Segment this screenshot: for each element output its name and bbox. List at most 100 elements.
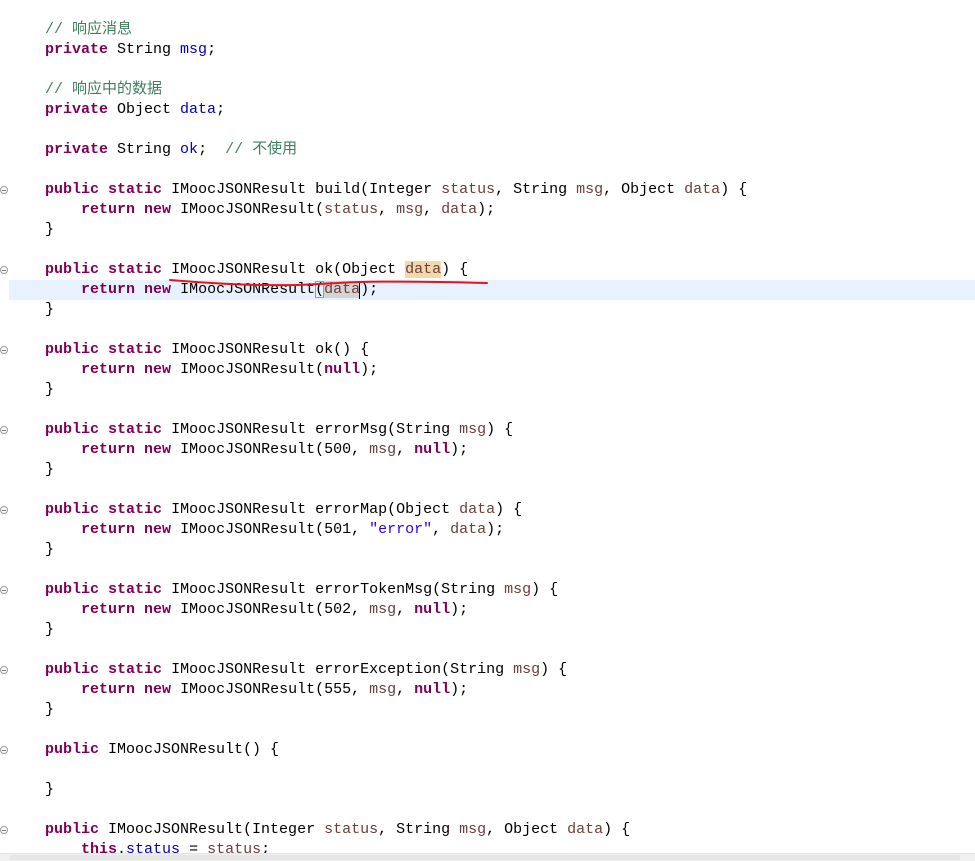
code-text[interactable]: ) { <box>720 181 747 198</box>
code-text[interactable]: , <box>378 201 396 218</box>
code-line[interactable]: private Object data; <box>9 100 975 120</box>
keyword-token[interactable]: null <box>414 601 450 618</box>
code-text[interactable]: , Object <box>486 821 567 838</box>
code-line[interactable]: return new IMoocJSONResult(500, msg, nul… <box>9 440 975 460</box>
comment-token[interactable]: // 不使用 <box>225 141 297 158</box>
code-text[interactable]: , <box>396 441 414 458</box>
code-text[interactable] <box>9 21 45 38</box>
code-text[interactable]: } <box>9 301 54 318</box>
code-text[interactable] <box>9 441 81 458</box>
code-text[interactable] <box>135 601 144 618</box>
code-text[interactable]: IMoocJSONResult() { <box>99 741 279 758</box>
code-line[interactable]: public static IMoocJSONResult build(Inte… <box>0 180 975 200</box>
code-text[interactable] <box>135 681 144 698</box>
code-text[interactable]: IMoocJSONResult(555, <box>171 681 369 698</box>
code-text[interactable] <box>135 441 144 458</box>
horizontal-scrollbar-thumb[interactable] <box>10 855 960 860</box>
code-text[interactable]: String <box>108 41 180 58</box>
code-text[interactable]: IMoocJSONResult build(Integer <box>162 181 441 198</box>
code-line[interactable]: } <box>9 300 975 320</box>
parameter-token[interactable]: msg <box>369 681 396 698</box>
code-line[interactable]: } <box>9 540 975 560</box>
code-text[interactable]: ; <box>216 101 225 118</box>
code-text[interactable]: } <box>9 621 54 638</box>
code-text[interactable]: IMoocJSONResult errorMsg(String <box>162 421 459 438</box>
code-text[interactable]: ) { <box>531 581 558 598</box>
code-line[interactable] <box>9 720 975 740</box>
code-line[interactable] <box>9 640 975 660</box>
code-line[interactable]: public static IMoocJSONResult errorExcep… <box>0 660 975 680</box>
parameter-token[interactable]: data <box>441 201 477 218</box>
keyword-token[interactable]: new <box>144 441 171 458</box>
code-text[interactable]: IMoocJSONResult errorMap(Object <box>162 501 459 518</box>
code-text[interactable] <box>9 281 81 298</box>
code-text[interactable]: ; <box>261 841 270 853</box>
code-text[interactable]: ); <box>450 681 468 698</box>
keyword-token[interactable]: return <box>81 281 135 298</box>
field-token[interactable]: status <box>126 841 180 853</box>
code-line[interactable] <box>9 480 975 500</box>
code-text[interactable]: , Object <box>603 181 684 198</box>
fold-collapse-icon[interactable] <box>0 426 8 434</box>
parameter-token[interactable]: msg <box>396 201 423 218</box>
keyword-token[interactable]: new <box>144 521 171 538</box>
code-text[interactable] <box>99 261 108 278</box>
field-token[interactable]: data <box>180 101 216 118</box>
keyword-token[interactable]: public <box>45 821 99 838</box>
fold-collapse-icon[interactable] <box>0 826 8 834</box>
code-line[interactable]: return new IMoocJSONResult(555, msg, nul… <box>9 680 975 700</box>
code-text[interactable] <box>9 421 45 438</box>
fold-collapse-icon[interactable] <box>0 266 8 274</box>
code-text[interactable] <box>99 501 108 518</box>
code-text[interactable] <box>9 741 45 758</box>
code-line[interactable]: } <box>9 460 975 480</box>
current-code-line[interactable]: return new IMoocJSONResult(data); <box>9 280 975 300</box>
code-text[interactable]: ) { <box>441 261 468 278</box>
code-text[interactable]: , <box>432 521 450 538</box>
code-text[interactable]: Object <box>108 101 180 118</box>
code-line[interactable] <box>9 120 975 140</box>
code-text[interactable]: IMoocJSONResult( <box>171 201 324 218</box>
parameter-token[interactable]: msg <box>504 581 531 598</box>
code-line[interactable] <box>9 560 975 580</box>
keyword-token[interactable]: return <box>81 681 135 698</box>
code-text[interactable] <box>9 41 45 58</box>
keyword-token[interactable]: public <box>45 581 99 598</box>
keyword-token[interactable]: return <box>81 601 135 618</box>
code-text[interactable]: } <box>9 541 54 558</box>
code-text[interactable]: IMoocJSONResult(500, <box>171 441 369 458</box>
parameter-token[interactable]: data <box>567 821 603 838</box>
code-text[interactable] <box>9 581 45 598</box>
code-text[interactable] <box>9 341 45 358</box>
code-text[interactable]: IMoocJSONResult(502, <box>171 601 369 618</box>
code-text[interactable] <box>135 361 144 378</box>
comment-token[interactable]: // 响应消息 <box>45 21 132 38</box>
keyword-token[interactable]: return <box>81 201 135 218</box>
code-line[interactable]: return new IMoocJSONResult(501, "error",… <box>9 520 975 540</box>
code-text[interactable] <box>9 361 81 378</box>
code-text[interactable] <box>9 141 45 158</box>
code-text[interactable]: , String <box>378 821 459 838</box>
parameter-token[interactable]: msg <box>576 181 603 198</box>
code-text[interactable]: IMoocJSONResult(501, <box>171 521 369 538</box>
keyword-token[interactable]: static <box>108 501 162 518</box>
code-line[interactable]: // 响应中的数据 <box>9 80 975 100</box>
keyword-token[interactable]: static <box>108 261 162 278</box>
parameter-token[interactable]: msg <box>369 601 396 618</box>
keyword-token[interactable]: private <box>45 141 108 158</box>
code-text[interactable] <box>9 601 81 618</box>
keyword-token[interactable]: null <box>414 681 450 698</box>
parameter-token[interactable]: data <box>450 521 486 538</box>
keyword-token[interactable]: new <box>144 281 171 298</box>
keyword-token[interactable]: public <box>45 501 99 518</box>
code-text[interactable] <box>99 341 108 358</box>
code-text[interactable]: ) { <box>495 501 522 518</box>
parameter-token[interactable]: msg <box>459 821 486 838</box>
code-text[interactable] <box>99 181 108 198</box>
keyword-token[interactable]: public <box>45 181 99 198</box>
parameter-token[interactable]: status <box>441 181 495 198</box>
keyword-token[interactable]: public <box>45 741 99 758</box>
code-text[interactable]: } <box>9 381 54 398</box>
fold-collapse-icon[interactable] <box>0 586 8 594</box>
code-text[interactable] <box>9 821 45 838</box>
